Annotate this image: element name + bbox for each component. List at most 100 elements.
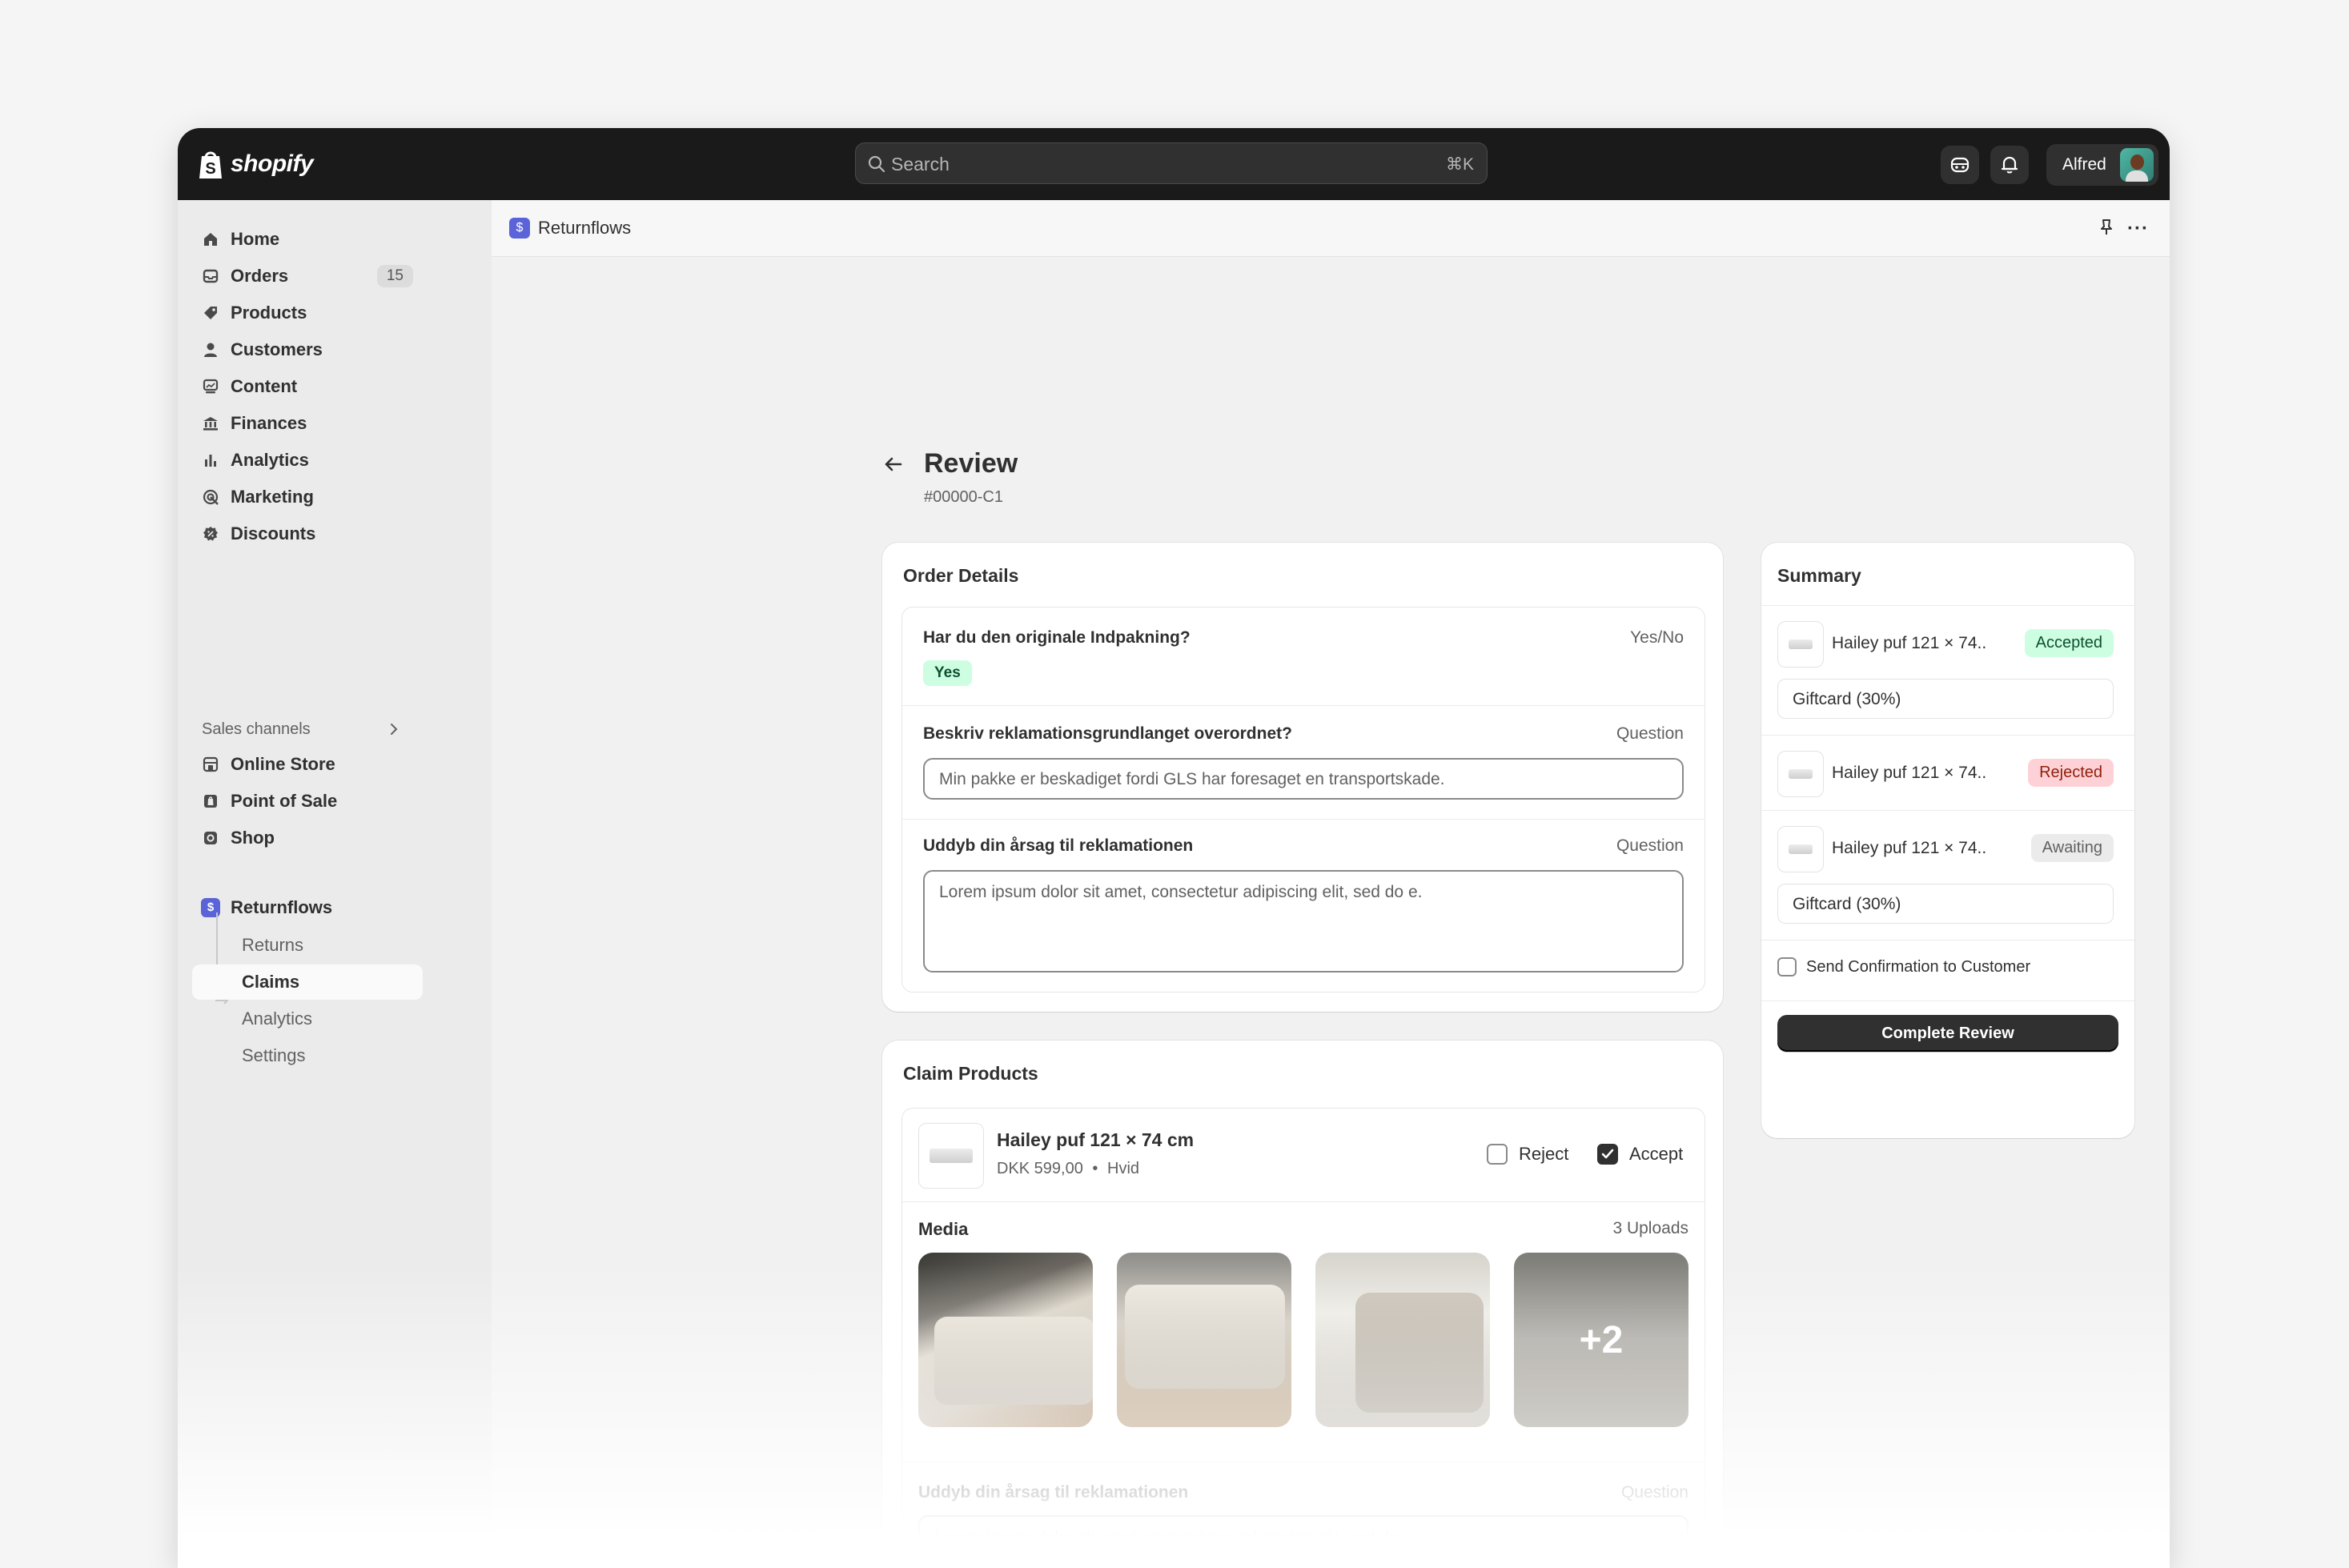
bank-icon bbox=[203, 417, 218, 431]
sidebar-item-orders[interactable]: Orders 15 bbox=[192, 259, 424, 294]
answer-field[interactable]: Min pakke er beskadiget fordi GLS har fo… bbox=[923, 758, 1684, 800]
media-thumbnail[interactable] bbox=[1315, 1253, 1490, 1427]
sidebar-item-discounts[interactable]: Discounts bbox=[192, 516, 424, 551]
search-icon bbox=[868, 155, 885, 173]
sidekick-icon bbox=[1950, 157, 1970, 173]
sidebar-subitem-label: Settings bbox=[242, 1045, 306, 1065]
top-bar: S shopify Search ⌘K Alfred bbox=[178, 128, 2170, 200]
product-row: Hailey puf 121 × 74 cm DKK 599,00 • Hvid… bbox=[902, 1109, 1705, 1202]
sidebar-item-label: Point of Sale bbox=[231, 791, 338, 811]
returnflows-app-icon: $ bbox=[509, 218, 530, 239]
sidebar-item-content[interactable]: Content bbox=[192, 369, 424, 404]
sidebar-item-finances[interactable]: Finances bbox=[192, 406, 424, 441]
image-icon bbox=[203, 379, 219, 394]
sidebar-subitem-label: Claims bbox=[242, 972, 300, 992]
product-thumbnail bbox=[1777, 621, 1824, 668]
sidebar-item-products[interactable]: Products bbox=[192, 295, 424, 331]
sidebar-item-online-store[interactable]: Online Store bbox=[192, 747, 424, 782]
resolution-field[interactable]: Giftcard (30%) bbox=[1777, 679, 2114, 719]
bar-chart-icon bbox=[205, 455, 216, 467]
product-variant: Hvid bbox=[1107, 1160, 1140, 1177]
status-badge: Awaiting bbox=[2030, 834, 2114, 862]
sidebar-item-point-of-sale[interactable]: Point of Sale bbox=[192, 784, 424, 819]
pin-icon[interactable] bbox=[2098, 218, 2115, 237]
reject-checkbox[interactable]: Reject bbox=[1487, 1144, 1568, 1165]
product-name: Hailey puf 121 × 74 cm bbox=[997, 1129, 1195, 1150]
sidebar-item-customers[interactable]: Customers bbox=[192, 332, 424, 367]
sidebar-item-marketing[interactable]: Marketing bbox=[192, 479, 424, 515]
sidebar-subitem-analytics[interactable]: Analytics bbox=[223, 1001, 423, 1037]
question-row: Uddyb din årsag til reklamationen Questi… bbox=[902, 819, 1705, 992]
questions-list: Har du den originale Indpakning? Yes/No … bbox=[901, 607, 1705, 993]
user-name: Alfred bbox=[2062, 155, 2106, 174]
sidebar-item-returnflows[interactable]: $ Returnflows bbox=[192, 890, 424, 925]
accept-checkbox[interactable]: Accept bbox=[1597, 1144, 1683, 1165]
person-icon bbox=[204, 343, 217, 357]
sidebar-subitem-returns[interactable]: Returns bbox=[223, 928, 423, 963]
send-confirmation-checkbox[interactable]: Send Confirmation to Customer bbox=[1777, 957, 2030, 976]
resolution-text: Giftcard (30%) bbox=[1793, 690, 1901, 708]
product-thumbnail bbox=[1777, 751, 1824, 797]
notifications-button[interactable] bbox=[1990, 146, 2029, 184]
resolution-field[interactable]: Giftcard (30%) bbox=[1777, 884, 2114, 924]
sidekick-button[interactable] bbox=[1941, 146, 1979, 184]
search-placeholder: Search bbox=[891, 154, 950, 174]
sales-channels-title[interactable]: Sales channels bbox=[202, 720, 311, 739]
divider bbox=[1761, 735, 2134, 736]
search-input[interactable]: Search ⌘K bbox=[855, 142, 1488, 184]
card-title: Summary bbox=[1777, 565, 1861, 586]
home-icon bbox=[204, 233, 217, 246]
sidebar-item-label: Orders bbox=[231, 266, 289, 286]
more-actions-icon[interactable]: ··· bbox=[2127, 218, 2149, 240]
chevron-right-icon[interactable] bbox=[387, 722, 400, 736]
reject-checkbox-box[interactable] bbox=[1487, 1144, 1508, 1165]
sidebar-item-shop[interactable]: Shop bbox=[192, 820, 424, 856]
admin-window: S shopify Search ⌘K Alfred Home Orders 1… bbox=[178, 128, 2170, 1568]
question-type: Yes/No bbox=[1630, 628, 1684, 647]
sidebar-item-label: Finances bbox=[231, 413, 307, 433]
inbox-icon bbox=[203, 269, 219, 283]
sidebar-subitem-settings[interactable]: Settings bbox=[223, 1038, 423, 1073]
shop-icon bbox=[204, 832, 217, 844]
media-count: 3 Uploads bbox=[1612, 1219, 1688, 1237]
sidebar-item-home[interactable]: Home bbox=[192, 222, 424, 257]
reject-label: Reject bbox=[1519, 1144, 1569, 1164]
claim-product-panel: Hailey puf 121 × 74 cm DKK 599,00 • Hvid… bbox=[901, 1108, 1705, 1568]
brand-name: shopify bbox=[231, 150, 314, 177]
summary-card: Summary Hailey puf 121 × 74.. Accepted G… bbox=[1761, 543, 2134, 1138]
back-button[interactable] bbox=[879, 450, 908, 479]
more-media-count: +2 bbox=[1579, 1318, 1624, 1361]
shopify-logo[interactable]: S shopify bbox=[197, 146, 314, 182]
answer-text: Min pakke er beskadiget fordi GLS har fo… bbox=[939, 770, 1445, 788]
status-badge: Accepted bbox=[2024, 629, 2114, 657]
divider bbox=[1761, 810, 2134, 811]
user-menu-button[interactable]: Alfred bbox=[2046, 144, 2158, 186]
accept-checkbox-box[interactable] bbox=[1597, 1144, 1618, 1165]
check-icon bbox=[1601, 1149, 1614, 1159]
answer-textarea[interactable]: Lorem ipsum dolor sit amet, consectetur … bbox=[918, 1515, 1688, 1568]
media-thumbnail[interactable] bbox=[918, 1253, 1093, 1427]
question-type: Question bbox=[1620, 1483, 1688, 1502]
sidebar-subitem-label: Returns bbox=[242, 935, 304, 955]
order-details-card: Order Details Har du den originale Indpa… bbox=[882, 543, 1723, 1012]
main-content: $ Returnflows ··· Review #00000-C1 Order… bbox=[492, 200, 2170, 1568]
canvas: S shopify Search ⌘K Alfred Home Orders 1… bbox=[0, 0, 2349, 1568]
sidebar-item-label: Discounts bbox=[231, 523, 316, 543]
media-more-thumbnail[interactable]: +2 bbox=[1514, 1253, 1688, 1427]
arrow-left-icon bbox=[885, 457, 902, 471]
media-thumbnail[interactable] bbox=[1117, 1253, 1291, 1427]
page-title: Review bbox=[924, 448, 1018, 479]
question-row: Beskriv reklamationsgrundlanget overordn… bbox=[902, 705, 1705, 820]
confirmation-label: Send Confirmation to Customer bbox=[1806, 957, 2031, 976]
answer-textarea[interactable]: Lorem ipsum dolor sit amet, consectetur … bbox=[923, 870, 1684, 972]
divider bbox=[902, 1461, 1705, 1462]
sidebar-item-label: Home bbox=[231, 229, 280, 249]
pos-icon bbox=[204, 795, 217, 808]
sidebar-item-analytics[interactable]: Analytics bbox=[192, 443, 424, 478]
question-label: Beskriv reklamationsgrundlanget overordn… bbox=[923, 724, 1292, 743]
sidebar-subitem-claims[interactable]: Claims bbox=[192, 964, 423, 1000]
complete-review-button[interactable]: Complete Review bbox=[1777, 1015, 2118, 1052]
sidebar-item-label: Returnflows bbox=[231, 897, 333, 917]
confirmation-checkbox-box[interactable] bbox=[1777, 957, 1797, 976]
avatar bbox=[2120, 148, 2154, 182]
